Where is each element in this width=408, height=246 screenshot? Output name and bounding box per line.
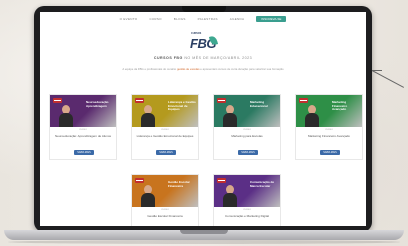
course-card[interactable]: Marketing Educacional CURSO Marketing para… [213,94,281,160]
nav-link-palestras[interactable]: PALESTRAS [198,17,218,21]
nav-link-agenda[interactable]: AGENDA [230,17,244,21]
top-nav: O EVENTO CURSO BLOGS PALESTRAS AGENDA IN… [40,12,366,26]
laptop-shadow [8,240,400,244]
thumbnail-title: Liderança e Gestão Emocional de Equipes [168,100,196,112]
instructor-photo [305,105,319,127]
nav-link-curso[interactable]: CURSO [149,17,161,21]
page-title: CURSOS FBG NO MÊS DE MARÇO/ABRIL 2023 [153,56,253,60]
course-thumbnail[interactable]: Marketing Educacional [214,95,280,127]
course-thumbnail[interactable]: Comunicação de Marca Escolar [214,175,280,207]
course-title[interactable]: Neuroeducação: Aprendizagem de Alunos [53,134,113,139]
nav-link-evento[interactable]: O EVENTO [120,17,138,21]
thumbnail-title: Marketing Financeiro Avançado [332,100,348,112]
course-card[interactable]: Comunicação de Marca Escolar CURSO Comunic… [213,174,281,226]
nav-link-blogs[interactable]: BLOGS [174,17,186,21]
instructor-photo [223,185,237,207]
saiba-mais-button[interactable]: SAIBA MAIS [156,150,176,155]
course-thumbnail[interactable]: Marketing Financeiro Avançado [296,95,362,127]
course-title[interactable]: Marketing para Escolas [217,134,277,139]
course-tag: CURSO [79,129,87,131]
thumbnail-title: Neuroeducação Aprendizagem [86,100,109,108]
course-thumbnail[interactable]: Gestão Escolar Financeira [132,175,198,207]
course-tag: CURSO [161,209,169,211]
thumbnail-title: Marketing Educacional [250,100,268,108]
laptop-base-notch [180,230,228,234]
saiba-mais-button[interactable]: SAIBA MAIS [320,150,340,155]
course-title[interactable]: Gestão Escolar Financeira [135,214,195,219]
course-tag: CURSO [161,129,169,131]
course-card[interactable]: Liderança e Gestão Emocional de Equipes C… [131,94,199,160]
course-tag: CURSO [243,209,251,211]
course-card[interactable]: Neuroeducação Aprendizagem CURSO Neuroeduc… [49,94,117,160]
course-thumbnail[interactable]: Neuroeducação Aprendizagem [50,95,116,127]
fbg-badge-icon [217,178,226,183]
course-thumbnail[interactable]: Liderança e Gestão Emocional de Equipes [132,95,198,127]
instructor-photo [223,105,237,127]
course-card[interactable]: Gestão Escolar Financeira CURSO Gestão Esc… [131,174,199,226]
instructor-photo [141,105,155,127]
fbg-badge-icon [135,98,144,103]
course-title[interactable]: Comunicação e Marketing Digital [217,214,277,219]
fbg-badge-icon [217,98,226,103]
instructor-photo [59,105,73,127]
fbg-badge-icon [53,98,62,103]
instructor-photo [141,185,155,207]
saiba-mais-button[interactable]: SAIBA MAIS [238,150,258,155]
camera-notch [182,6,226,12]
saiba-mais-button[interactable]: SAIBA MAIS [74,150,94,155]
course-title[interactable]: Marketing Financeiro Avançado [299,134,359,139]
course-tag: CURSO [325,129,333,131]
fbg-badge-icon [135,178,144,183]
fbg-badge-icon [299,98,308,103]
page-subtitle: A equipe da FBG e profissionais do cenár… [122,67,284,71]
brand-logo[interactable]: CURSOS FBG [190,30,219,52]
laptop-screen: O EVENTO CURSO BLOGS PALESTRAS AGENDA IN… [40,12,366,226]
thumbnail-title: Comunicação de Marca Escolar [250,180,275,188]
course-title[interactable]: Liderança e Gestão Emocional de Equipes [135,134,195,139]
logo-subtext: CURSOS [191,32,202,35]
course-card[interactable]: Marketing Financeiro Avançado CURSO Market… [295,94,363,160]
signup-button[interactable]: INSCREVA-SE [256,16,287,22]
thumbnail-title: Gestão Escolar Financeira [168,180,190,188]
course-tag: CURSO [243,129,251,131]
